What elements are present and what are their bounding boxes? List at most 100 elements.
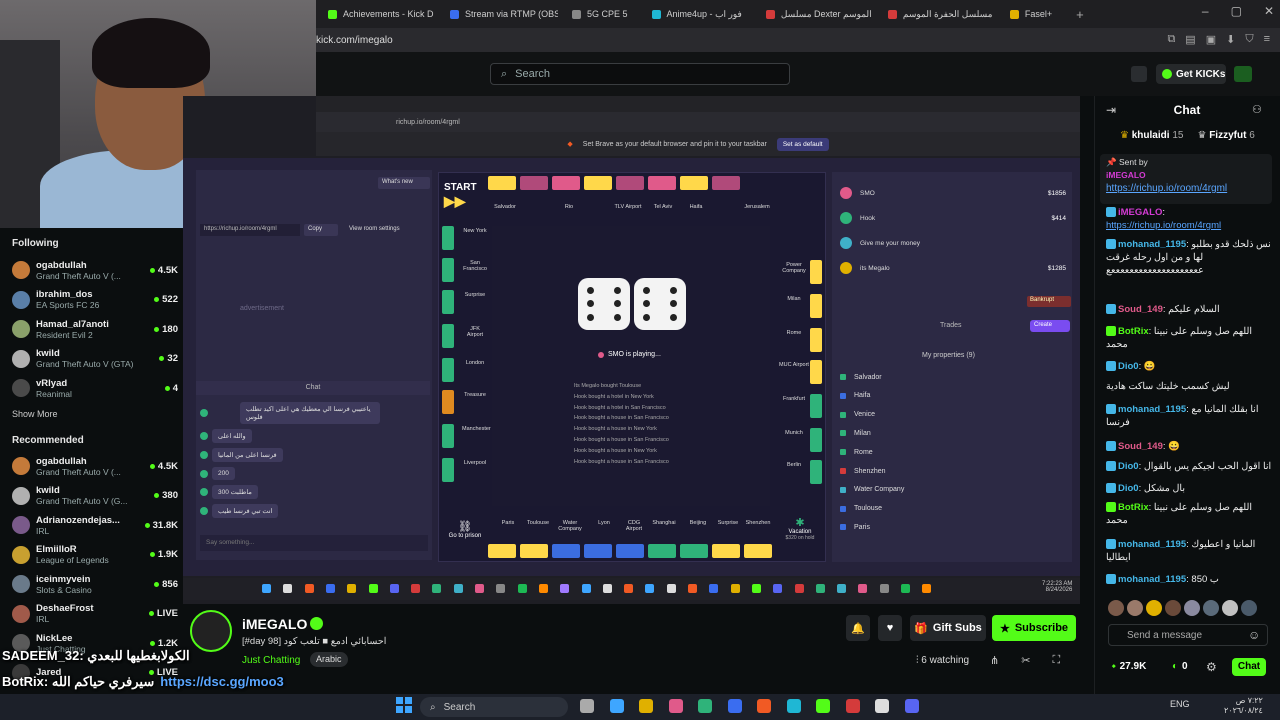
- chat-username[interactable]: Dio0: [1118, 461, 1139, 472]
- property-row: Venice: [836, 406, 1068, 424]
- menu-icon[interactable]: ≡: [1264, 33, 1270, 46]
- sidebar-channel[interactable]: ElmiilloR League of Legends 1.9K: [12, 541, 178, 569]
- sidebar-channel[interactable]: ogabdullah Grand Theft Auto V (... 4.5K: [12, 256, 178, 284]
- download-icon[interactable]: ⬇: [1226, 33, 1235, 46]
- taskbar-clock[interactable]: ٧:٢٢ ص ٢٠٢٦/٠٨/٢٤: [1224, 696, 1263, 716]
- property-name: Venice: [854, 411, 876, 419]
- chat-username[interactable]: mohanad_1195: [1118, 574, 1186, 585]
- taskbar-app-icon[interactable]: [757, 699, 771, 713]
- theater-icon[interactable]: ⛶: [1052, 654, 1060, 667]
- kicks-balance[interactable]: ⬩ 27.9K: [1112, 661, 1146, 672]
- settings-gear-icon[interactable]: ⚙: [1206, 660, 1217, 674]
- board-cell: Paris: [494, 520, 522, 526]
- taskbar-app-icon[interactable]: [639, 699, 653, 713]
- sidebar-channel[interactable]: Adrianozendejas... IRL 31.8K: [12, 511, 178, 539]
- chat-users-icon[interactable]: ⚇: [1252, 103, 1262, 116]
- emoji-icon[interactable]: ☺: [1248, 628, 1260, 642]
- browser-tab[interactable]: Stream via RTMP (OBS: [440, 2, 558, 26]
- sidebar-channel[interactable]: iceinmyvein Slots & Casino 856: [12, 570, 178, 598]
- user-avatar[interactable]: [1234, 66, 1252, 82]
- clip-icon[interactable]: ✂: [1021, 654, 1030, 667]
- avatar: [12, 545, 30, 564]
- language-indicator[interactable]: ENG: [1170, 699, 1190, 709]
- chat-username[interactable]: Soud_149: [1118, 304, 1163, 315]
- start-menu-icon[interactable]: [396, 697, 412, 713]
- taskbar-search[interactable]: ⌕ Search: [420, 697, 568, 717]
- sidebar-channel[interactable]: ibrahim_dos EA Sports FC 26 522: [12, 286, 178, 314]
- fasel-tab-icon: [1009, 9, 1019, 19]
- store-icon[interactable]: [1131, 66, 1147, 82]
- board-cell-strip: [810, 394, 822, 418]
- sidebar-channel[interactable]: kwild Grand Theft Auto V (GTA) 32: [12, 345, 178, 373]
- property-name: Toulouse: [854, 505, 883, 513]
- chat-username[interactable]: mohanad_1195: [1118, 239, 1186, 250]
- taskbar-app-icon[interactable]: [845, 699, 860, 713]
- live-dot-icon: [144, 522, 150, 528]
- sidebar-channel[interactable]: vRlyad Reanimal 4: [12, 374, 178, 402]
- chat-username[interactable]: BotRix: [1118, 502, 1149, 513]
- chat-username[interactable]: Soud_149: [1118, 441, 1163, 452]
- shield-icon[interactable]: ⛉: [1245, 33, 1253, 46]
- gifter[interactable]: ♛ khulaidi 15: [1120, 130, 1183, 141]
- wallet-icon[interactable]: ▣: [1206, 33, 1216, 46]
- browser-tab[interactable]: Achievements - Kick D: [318, 2, 436, 26]
- points-balance[interactable]: ◐ 0: [1172, 661, 1188, 672]
- channel-name: Adrianozendejas...: [36, 514, 120, 526]
- taskbar-app-icon[interactable]: [904, 699, 919, 713]
- sidebar-channel[interactable]: ogabdullah Grand Theft Auto V (... 4.5K: [12, 452, 178, 480]
- taskbar-app-icon[interactable]: [609, 699, 624, 713]
- chat-username[interactable]: mohanad_1195: [1118, 404, 1186, 415]
- close-icon[interactable]: ✕: [1264, 4, 1274, 18]
- streamer-name[interactable]: iMEGALO: [242, 616, 307, 632]
- browser-tab[interactable]: مسلسل الحفرة الموسم: [878, 2, 996, 26]
- get-kicks-button[interactable]: Get KICKs: [1156, 64, 1226, 84]
- chat-username[interactable]: iMEGALO: [1118, 207, 1162, 218]
- channel-info: ogabdullah Grand Theft Auto V (...: [36, 456, 150, 477]
- stream-category[interactable]: Just Chatting: [242, 655, 300, 666]
- chat-username[interactable]: BotRix: [1118, 326, 1149, 337]
- send-message-input[interactable]: Send a message: [1108, 624, 1268, 646]
- gifter[interactable]: ♛ Fizzyfut 6: [1197, 130, 1254, 141]
- show-more-link[interactable]: Show More: [12, 409, 58, 419]
- address-text[interactable]: kick.com/imegalo: [316, 35, 393, 46]
- sidebar-channel[interactable]: kwild Grand Theft Auto V (G... 380: [12, 482, 178, 510]
- minimize-icon[interactable]: –: [1202, 4, 1209, 18]
- chat-username[interactable]: Dio0: [1118, 483, 1139, 494]
- address-bar[interactable]: kick.com/imegalo: [316, 28, 1280, 52]
- sidebar-channel[interactable]: DeshaeFrost IRL LIVE: [12, 600, 178, 628]
- streamer-avatar[interactable]: [190, 610, 232, 652]
- follow-heart-button[interactable]: ♥: [878, 615, 902, 641]
- language-tag[interactable]: Arabic: [310, 652, 348, 667]
- pinned-link[interactable]: https://richup.io/room/4rgml: [1106, 183, 1227, 194]
- browser-tab[interactable]: 5G CPE 5: [562, 2, 638, 26]
- sidebar-channel[interactable]: Hamad_al7anoti Resident Evil 2 180: [12, 315, 178, 343]
- chat-username[interactable]: Dio0: [1118, 361, 1139, 372]
- channel-info: kwild Grand Theft Auto V (G...: [36, 485, 154, 506]
- new-tab-button[interactable]: +: [1066, 2, 1094, 26]
- subscribe-button[interactable]: ★ Subscribe: [992, 615, 1076, 641]
- share-icon[interactable]: ⋔: [990, 654, 999, 667]
- game-chat-text: انت تبي فرنسا طيب: [212, 504, 279, 518]
- chat-send-button[interactable]: Chat: [1232, 658, 1266, 676]
- sidebar-icon[interactable]: ▤: [1185, 33, 1195, 46]
- chat-username[interactable]: mohanad_1195: [1118, 539, 1186, 550]
- taskbar-app-icon[interactable]: [875, 699, 889, 713]
- anime-tab-icon: [651, 9, 661, 19]
- extensions-icon[interactable]: ⧉: [1167, 33, 1175, 46]
- taskbar-app-icon[interactable]: [816, 699, 830, 713]
- browser-tab[interactable]: Fasel+: [1000, 2, 1062, 26]
- notification-bell-button[interactable]: 🔔: [846, 615, 870, 641]
- taskbar-app-icon[interactable]: [668, 699, 683, 713]
- taskbar-app-icon[interactable]: [580, 699, 594, 713]
- pinned-message[interactable]: 📌 Sent by iMEGALO https://richup.io/room…: [1100, 154, 1272, 204]
- taskbar-app-icon[interactable]: [786, 699, 801, 713]
- board-cell-strip: [712, 176, 740, 190]
- browser-tab[interactable]: مسلسل Dexter الموسم: [756, 2, 874, 26]
- browser-tab[interactable]: Anime4up - فور اب: [642, 2, 752, 26]
- taskbar-app-icon[interactable]: [698, 699, 712, 713]
- search-input[interactable]: ⌕ Search: [490, 63, 790, 85]
- maximize-icon[interactable]: ▢: [1231, 4, 1242, 18]
- taskbar-app-icon[interactable]: [727, 699, 742, 713]
- gift-subs-button[interactable]: 🎁 Gift Subs: [910, 615, 986, 641]
- captured-app-icon: [581, 584, 591, 593]
